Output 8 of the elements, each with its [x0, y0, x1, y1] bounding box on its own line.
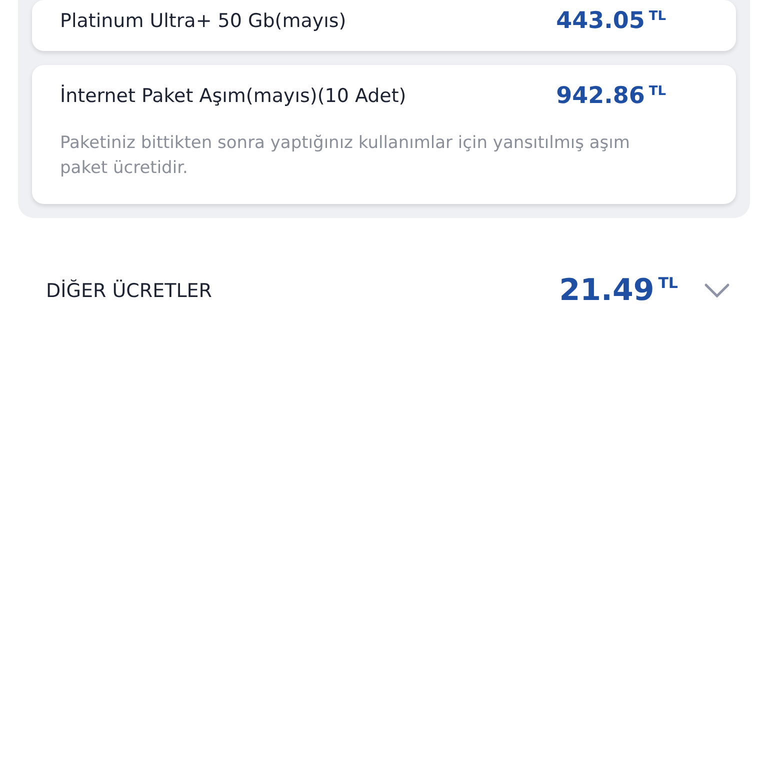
charge-amount: 443.05 $^{TL}$ [556, 7, 666, 36]
charge-title: İnternet Paket Aşım(mayıs)(10 Adet) [60, 84, 406, 108]
other-fees-amount: 21.49$^{TL}$ [559, 272, 678, 310]
chevron-down-icon[interactable] [704, 282, 730, 299]
charge-title: Platinum Ultra+ 50 Gb(mayıs) [60, 9, 346, 34]
charge-description: Paketiniz bittikten sonra yaptığınız kullanımlar için yansıtılmış aşım paket ücretidir. [60, 132, 631, 180]
other-fees-label: DİĞER ÜCRETLER [46, 278, 213, 304]
charge-amount: 942.86 $^{TL}$ [556, 82, 666, 110]
